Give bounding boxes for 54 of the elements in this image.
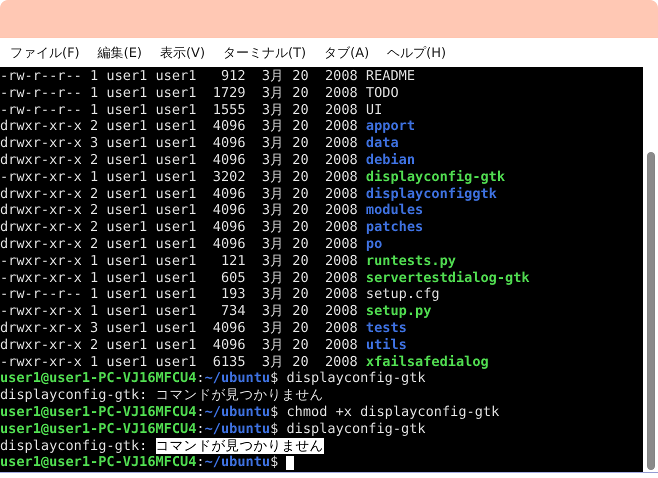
file-details: drwxr-xr-x 3 user1 user1 4096 3月 20 2008 [0,135,358,152]
shell-prompt: user1@user1-PC-VJ16MFCU4:~/ubuntu$ [0,370,278,386]
menu-item[interactable]: ヘルプ(H) [387,44,446,62]
shell-prompt: user1@user1-PC-VJ16MFCU4:~/ubuntu$ [0,404,278,420]
file-name: po [366,236,382,252]
menu-item[interactable]: 表示(V) [160,44,206,62]
menu-item[interactable]: 編集(E) [98,44,142,62]
file-name: displayconfig-gtk [366,168,506,185]
file-name: tests [366,320,407,336]
file-details: drwxr-xr-x 2 user1 user1 4096 3月 20 2008 [0,202,358,218]
file-details: -rwxr-xr-x 1 user1 user1 3202 3月 20 2008 [0,168,358,185]
file-details: drwxr-xr-x 2 user1 user1 4096 3月 20 2008 [0,336,358,353]
file-name: setup.py [366,303,432,320]
file-name: data [366,135,399,152]
file-name: debian [366,152,416,168]
error-prefix: displayconfig-gtk: [0,387,148,404]
file-details: drwxr-xr-x 2 user1 user1 4096 3月 20 2008 [0,236,358,252]
file-details: drwxr-xr-x 3 user1 user1 4096 3月 20 2008 [0,320,358,336]
file-details: -rw-r--r-- 1 user1 user1 1729 3月 20 2008 [0,84,358,101]
file-name: setup.cfg [366,286,440,302]
file-details: -rw-r--r-- 1 user1 user1 912 3月 20 2008 [0,68,358,84]
file-details: -rw-r--r-- 1 user1 user1 1555 3月 20 2008 [0,102,358,118]
command-text: displayconfig-gtk [286,420,426,437]
error-message: コマンドが見つかりません [156,438,324,454]
file-details: drwxr-xr-x 2 user1 user1 4096 3月 20 2008 [0,118,358,134]
file-details: -rwxr-xr-x 1 user1 user1 605 3月 20 2008 [0,270,358,286]
file-name: TODO [366,84,399,101]
file-name: displayconfiggtk [366,186,497,202]
command-text: chmod +x displayconfig-gtk [286,404,500,420]
file-details: drwxr-xr-x 2 user1 user1 4096 3月 20 2008 [0,186,358,202]
file-name: utils [366,336,407,353]
file-name: servertestdialog-gtk [366,270,530,286]
file-name: xfailsafedialog [366,354,489,370]
file-name: modules [366,202,424,218]
file-details: -rwxr-xr-x 1 user1 user1 6135 3月 20 2008 [0,354,358,370]
menu-item[interactable]: ファイル(F) [10,44,80,62]
menu-item[interactable]: ターミナル(T) [223,44,306,62]
file-details: -rwxr-xr-x 1 user1 user1 121 3月 20 2008 [0,252,358,269]
file-name: patches [366,219,424,236]
file-details: drwxr-xr-x 2 user1 user1 4096 3月 20 2008 [0,152,358,168]
menu-item[interactable]: タブ(A) [324,44,370,62]
file-name: UI [366,102,382,118]
file-name: runtests.py [366,252,456,269]
command-text: displayconfig-gtk [286,370,426,386]
scrollbar-thumb[interactable] [646,152,654,470]
error-prefix: displayconfig-gtk: [0,438,148,454]
file-name: README [366,68,416,84]
file-details: -rwxr-xr-x 1 user1 user1 734 3月 20 2008 [0,303,358,320]
file-details: drwxr-xr-x 2 user1 user1 4096 3月 20 2008 [0,219,358,236]
shell-prompt: user1@user1-PC-VJ16MFCU4:~/ubuntu$ [0,454,278,470]
file-name: apport [366,118,416,134]
file-details: -rw-r--r-- 1 user1 user1 193 3月 20 2008 [0,286,358,302]
error-message: コマンドが見つかりません [156,387,324,404]
shell-prompt: user1@user1-PC-VJ16MFCU4:~/ubuntu$ [0,420,278,437]
